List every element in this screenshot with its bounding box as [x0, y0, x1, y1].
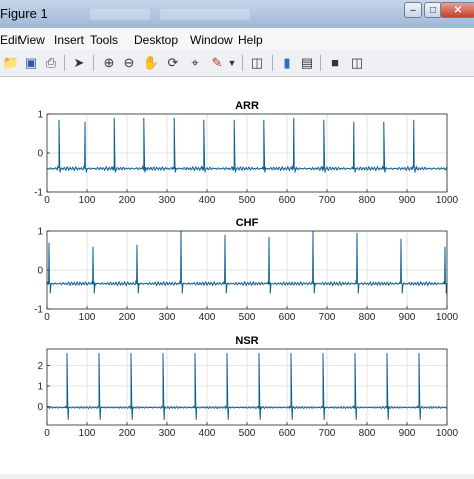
y-tick-label: 1 [37, 381, 43, 392]
x-tick-label: 0 [44, 428, 50, 439]
x-tick-label: 1000 [436, 312, 459, 323]
menu-insert[interactable]: Insert [54, 33, 84, 47]
toolbar-separator [64, 55, 65, 71]
x-tick-label: 400 [199, 428, 216, 439]
menu-bar: Edit View Insert Tools Desktop Window He… [0, 28, 474, 51]
toolbar-separator [320, 55, 321, 71]
menu-window[interactable]: Window [190, 33, 233, 47]
x-tick-label: 300 [159, 428, 176, 439]
x-tick-label: 800 [359, 428, 376, 439]
axes-title: ARR [235, 100, 259, 112]
x-tick-label: 300 [159, 195, 176, 206]
print-icon[interactable]: ⎙ [42, 54, 60, 72]
x-tick-label: 800 [359, 195, 376, 206]
select-arrow-icon[interactable]: ➤ [70, 54, 88, 72]
x-tick-label: 500 [239, 195, 256, 206]
x-tick-label: 700 [319, 195, 336, 206]
x-tick-label: 200 [119, 195, 136, 206]
x-tick-label: 900 [399, 195, 416, 206]
y-tick-label: 0 [37, 149, 43, 160]
x-tick-label: 800 [359, 312, 376, 323]
legend-icon[interactable]: ▤ [298, 54, 316, 72]
figure-toolbar: 📁 ▣ ⎙ ➤ ⊕ ⊖ ✋ ⟳ ⌖ ✎ ▼ ◫ ▮ ▤ ■ ◫ [0, 50, 474, 77]
hide-plot-tools-icon[interactable]: ■ [326, 54, 344, 72]
x-tick-label: 400 [199, 195, 216, 206]
zoom-out-icon[interactable]: ⊖ [120, 54, 138, 72]
x-tick-label: 400 [199, 312, 216, 323]
window-titlebar: Figure 1 – □ ✕ [0, 0, 474, 29]
plots-svg: 0 100 200 300 400 500 600 700 800 900 100010-1ARR0… [34, 100, 459, 439]
y-tick-label: 1 [37, 227, 43, 238]
data-cursor-icon[interactable]: ⌖ [186, 54, 204, 72]
x-tick-label: 100 [79, 195, 96, 206]
link-plot-icon[interactable]: ◫ [248, 54, 266, 72]
y-tick-label: 0 [37, 266, 43, 277]
x-tick-label: 0 [44, 195, 50, 206]
x-tick-label: 100 [79, 312, 96, 323]
menu-help[interactable]: Help [238, 33, 263, 47]
zoom-in-icon[interactable]: ⊕ [100, 54, 118, 72]
pan-hand-icon[interactable]: ✋ [142, 54, 160, 72]
x-tick-label: 200 [119, 428, 136, 439]
x-tick-label: 1000 [436, 428, 459, 439]
x-tick-label: 500 [239, 428, 256, 439]
toolbar-separator [242, 55, 243, 71]
titlebar-blur [160, 9, 250, 20]
x-tick-label: 700 [319, 428, 336, 439]
axes-title: CHF [236, 217, 259, 229]
toolbar-separator [93, 55, 94, 71]
open-folder-icon[interactable]: 📁 [2, 54, 20, 72]
x-tick-label: 600 [279, 312, 296, 323]
minimize-button[interactable]: – [404, 2, 422, 18]
x-tick-label: 0 [44, 312, 50, 323]
x-tick-label: 700 [319, 312, 336, 323]
x-tick-label: 200 [119, 312, 136, 323]
x-tick-label: 100 [79, 428, 96, 439]
titlebar-blur [90, 9, 150, 20]
x-tick-label: 600 [279, 195, 296, 206]
rotate-3d-icon[interactable]: ⟳ [164, 54, 182, 72]
y-tick-label: 0 [37, 402, 43, 413]
show-plot-tools-icon[interactable]: ◫ [348, 54, 366, 72]
y-tick-label: 2 [37, 361, 43, 372]
x-tick-label: 500 [239, 312, 256, 323]
axes-title: NSR [235, 335, 258, 347]
y-tick-label: -1 [34, 188, 43, 199]
y-tick-label: 1 [37, 110, 43, 121]
toolbar-separator [272, 55, 273, 71]
x-tick-label: 900 [399, 312, 416, 323]
x-tick-label: 300 [159, 312, 176, 323]
close-button[interactable]: ✕ [440, 2, 474, 18]
brush-dropdown-icon[interactable]: ▼ [226, 54, 238, 72]
colorbar-icon[interactable]: ▮ [278, 54, 296, 72]
x-tick-label: 900 [399, 428, 416, 439]
menu-view[interactable]: View [19, 33, 45, 47]
y-tick-label: -1 [34, 305, 43, 316]
window-title: Figure 1 [0, 6, 48, 21]
figure-canvas: 0 100 200 300 400 500 600 700 800 900 1000 1 0 -1 ARR 0… [0, 77, 474, 474]
x-tick-label: 600 [279, 428, 296, 439]
menu-desktop[interactable]: Desktop [134, 33, 178, 47]
save-icon[interactable]: ▣ [22, 54, 40, 72]
menu-edit[interactable]: Edit [0, 33, 21, 47]
menu-tools[interactable]: Tools [90, 33, 118, 47]
brush-icon[interactable]: ✎ [208, 54, 226, 72]
x-tick-label: 1000 [436, 195, 459, 206]
